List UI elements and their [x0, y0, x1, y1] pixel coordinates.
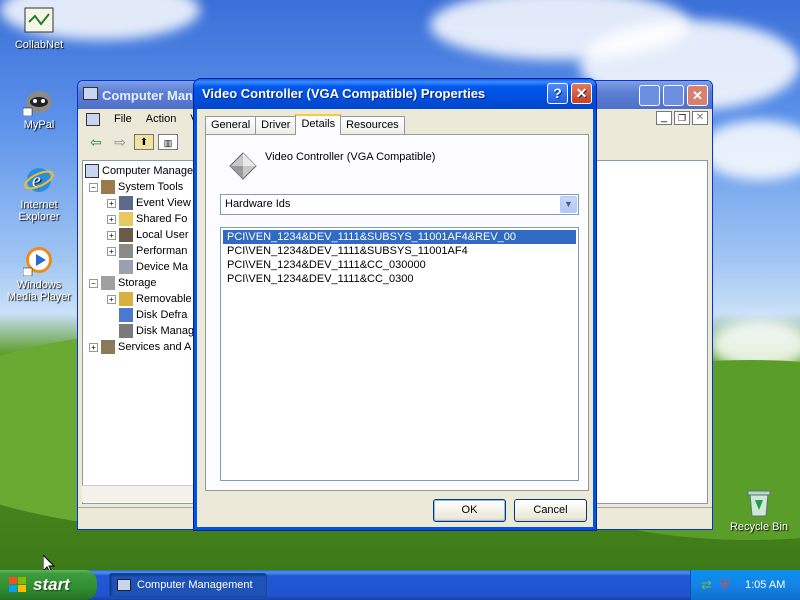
device-manager-icon — [119, 260, 133, 274]
property-select-value: Hardware Ids — [225, 198, 291, 210]
collabnet-icon — [23, 4, 55, 36]
expand-icon[interactable]: + — [107, 294, 116, 304]
tree-item[interactable]: + Services and A — [89, 340, 191, 354]
tree-item[interactable]: Disk Manag — [119, 324, 194, 338]
computer-icon — [85, 164, 99, 178]
internet-explorer-desktop-icon[interactable]: e Internet Explorer — [1, 164, 77, 223]
collabnet-desktop-icon[interactable]: CollabNet — [1, 4, 77, 51]
window-app-icon — [83, 87, 98, 100]
mypal-icon — [22, 84, 55, 117]
menu-file[interactable]: File — [114, 113, 132, 131]
tree-item[interactable]: + Local User — [107, 228, 189, 242]
list-item[interactable]: PCI\VEN_1234&DEV_1111&SUBSYS_11001AF4 — [223, 244, 576, 258]
security-shield-icon[interactable]: ⛨ — [720, 577, 730, 593]
tab-details[interactable]: Details — [295, 114, 342, 135]
maximize-button[interactable] — [663, 85, 684, 106]
tab-strip: General Driver Details Resources — [205, 114, 405, 135]
windows-media-player-desktop-icon[interactable]: Windows Media Player — [1, 244, 77, 303]
start-button[interactable]: start — [0, 570, 97, 600]
taskbar-item-label: Computer Management — [137, 579, 253, 591]
recycle-bin-icon — [743, 486, 775, 518]
performance-icon — [119, 244, 133, 258]
start-label: start — [33, 575, 70, 594]
minimize-button[interactable] — [639, 85, 660, 106]
taskbar: start Computer Management ⇄ ⛨ 1:05 AM — [0, 570, 800, 600]
tree-item[interactable]: Computer Manage — [85, 164, 193, 178]
mdi-minimize-button[interactable]: _ — [656, 111, 672, 125]
chevron-down-icon[interactable]: ▼ — [560, 196, 577, 213]
mypal-label: MyPal — [23, 119, 55, 131]
menu-action[interactable]: Action — [146, 113, 177, 131]
tab-driver[interactable]: Driver — [255, 116, 297, 135]
expand-icon[interactable]: + — [107, 198, 116, 208]
dialog-titlebar[interactable]: Video Controller (VGA Compatible) Proper… — [194, 79, 596, 109]
internet-explorer-icon: e — [23, 164, 55, 196]
removable-storage-icon — [119, 292, 133, 306]
system-tray: ⇄ ⛨ 1:05 AM — [690, 570, 800, 600]
tools-icon — [101, 180, 115, 194]
back-arrow-icon[interactable]: ⇦ — [86, 134, 106, 150]
cancel-button[interactable]: Cancel — [514, 499, 587, 522]
dialog-title: Video Controller (VGA Compatible) Proper… — [202, 86, 486, 101]
clock[interactable]: 1:05 AM — [745, 579, 785, 591]
windows-logo-icon — [9, 577, 27, 593]
tree-item[interactable]: Disk Defra — [119, 308, 187, 322]
event-viewer-icon — [119, 196, 133, 210]
forward-arrow-icon[interactable]: ⇨ — [110, 134, 130, 150]
recycle-bin-desktop-icon[interactable]: Recycle Bin — [721, 486, 797, 533]
list-item[interactable]: PCI\VEN_1234&DEV_1111&CC_030000 — [223, 258, 576, 272]
device-name: Video Controller (VGA Compatible) — [265, 151, 436, 163]
collapse-icon[interactable]: − — [89, 278, 98, 288]
close-button[interactable]: ✕ — [687, 85, 708, 106]
tab-resources[interactable]: Resources — [340, 116, 405, 135]
internet-explorer-label: Internet Explorer — [18, 199, 60, 223]
values-list[interactable]: PCI\VEN_1234&DEV_1111&SUBSYS_11001AF4&RE… — [220, 227, 579, 481]
mdi-restore-button[interactable]: ❐ — [674, 111, 690, 125]
dialog-close-button[interactable]: ✕ — [571, 83, 592, 104]
list-item[interactable]: PCI\VEN_1234&DEV_1111&CC_0300 — [223, 272, 576, 286]
tree-horizontal-scrollbar[interactable] — [82, 485, 197, 502]
users-icon — [119, 228, 133, 242]
media-player-icon — [22, 244, 55, 277]
tree-item[interactable]: − Storage — [89, 276, 157, 290]
console-tree: Computer Manage − System Tools + Event Vie… — [82, 160, 197, 504]
expand-icon[interactable]: + — [107, 230, 116, 240]
tree-item[interactable]: + Removable — [107, 292, 192, 306]
menu-app-icon — [86, 113, 100, 126]
mypal-desktop-icon[interactable]: MyPal — [1, 84, 77, 131]
computer-management-task-icon — [117, 579, 131, 591]
expand-icon[interactable]: + — [107, 246, 116, 256]
network-tray-icon[interactable]: ⇄ — [701, 577, 712, 593]
shared-folder-icon — [119, 212, 133, 226]
taskbar-item-computer-management[interactable]: Computer Management — [109, 573, 267, 597]
show-hide-tree-icon[interactable]: ▥ — [158, 134, 178, 150]
list-item[interactable]: PCI\VEN_1234&DEV_1111&SUBSYS_11001AF4&RE… — [223, 230, 576, 244]
expand-icon[interactable]: + — [89, 342, 98, 352]
properties-dialog: Video Controller (VGA Compatible) Proper… — [194, 79, 596, 530]
collabnet-label: CollabNet — [14, 39, 64, 51]
tab-general[interactable]: General — [205, 116, 257, 135]
tree-item[interactable]: + Shared Fo — [107, 212, 187, 226]
up-folder-icon[interactable]: ⬆ — [134, 134, 154, 150]
recycle-bin-label: Recycle Bin — [729, 521, 789, 533]
tree-item[interactable]: Device Ma — [119, 260, 188, 274]
defrag-icon — [119, 308, 133, 322]
storage-icon — [101, 276, 115, 290]
help-button[interactable]: ? — [547, 83, 568, 104]
services-icon — [101, 340, 115, 354]
windows-media-player-label: Windows Media Player — [6, 279, 72, 303]
mdi-close-button[interactable]: ✕ — [692, 111, 708, 125]
property-select[interactable]: Hardware Ids ▼ — [220, 194, 579, 215]
details-tab-panel: Video Controller (VGA Compatible) Hardwa… — [205, 134, 589, 491]
tree-item[interactable]: + Event View — [107, 196, 191, 210]
display-adapter-icon — [228, 151, 258, 181]
tree-item[interactable]: + Performan — [107, 244, 187, 258]
tree-item[interactable]: − System Tools — [89, 180, 183, 194]
collapse-icon[interactable]: − — [89, 182, 98, 192]
disk-management-icon — [119, 324, 133, 338]
ok-button[interactable]: OK — [433, 499, 506, 522]
expand-icon[interactable]: + — [107, 214, 116, 224]
